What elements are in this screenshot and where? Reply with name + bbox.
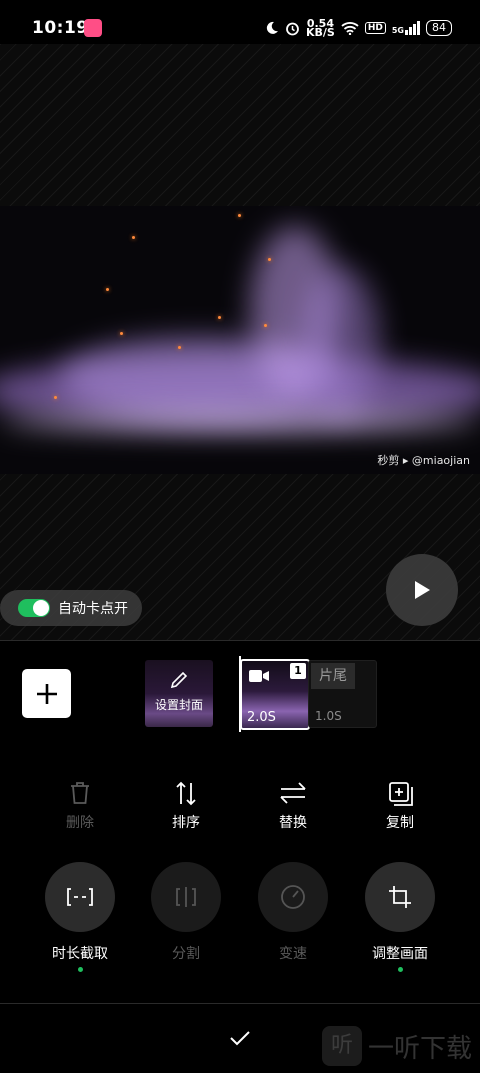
adjust-frame-label: 调整画面	[372, 946, 428, 962]
network-speed: 0.54 KB/S	[305, 18, 335, 39]
trim-duration-button[interactable]: 时长截取	[35, 862, 125, 972]
trim-icon	[67, 888, 93, 906]
auto-beat-toggle[interactable]: 自动卡点开	[0, 590, 142, 626]
play-icon	[415, 581, 430, 599]
network-speed-unit: KB/S	[305, 26, 335, 39]
delete-button[interactable]: 删除	[45, 780, 115, 832]
split-icon	[176, 887, 196, 907]
bilibili-notification-icon	[84, 19, 102, 37]
play-button[interactable]	[386, 554, 458, 626]
clip-duration: 2.0S	[247, 710, 276, 725]
battery-indicator: 84	[426, 20, 452, 36]
video-clip[interactable]: 1 2.0S	[240, 659, 310, 730]
timeline-playhead[interactable]	[239, 656, 241, 732]
set-cover-button[interactable]: 设置封面	[145, 660, 213, 727]
swap-icon	[280, 782, 306, 804]
site-watermark-text: 一听下载	[367, 1033, 472, 1064]
trash-icon	[71, 782, 89, 804]
video-preview[interactable]: 秒剪 ▸ @miaojian	[0, 206, 480, 474]
wifi-icon	[341, 22, 359, 35]
copy-label: 复制	[386, 815, 414, 831]
plus-icon	[36, 683, 57, 704]
split-circle[interactable]	[151, 862, 221, 932]
pencil-icon	[170, 671, 188, 689]
auto-beat-label: 自动卡点开	[58, 601, 128, 617]
split-button[interactable]: 分割	[141, 862, 231, 963]
auto-beat-switch[interactable]	[18, 599, 50, 617]
divider-top	[0, 640, 480, 641]
trim-duration-label: 时长截取	[52, 946, 108, 962]
video-watermark: 秒剪 ▸ @miaojian	[377, 454, 470, 467]
set-cover-label: 设置封面	[154, 698, 203, 712]
video-camera-icon	[249, 670, 269, 682]
sort-button[interactable]: 排序	[151, 780, 221, 832]
site-logo-icon: 听	[321, 1026, 362, 1066]
split-label: 分割	[172, 946, 200, 962]
signal-icon: 5G	[392, 21, 420, 35]
replace-label: 替换	[279, 815, 307, 831]
crop-icon	[389, 886, 411, 908]
status-icons: 0.54 KB/S HD 5G 84	[265, 16, 452, 40]
sort-icon	[176, 781, 196, 806]
speed-label: 变速	[279, 946, 307, 962]
clip-index-badge: 1	[290, 663, 306, 679]
site-watermark: 听 一听下载	[321, 1026, 472, 1066]
ending-clip-label: 片尾	[311, 663, 355, 689]
adjust-active-dot	[397, 967, 403, 972]
divider-bottom	[0, 1003, 480, 1004]
alarm-icon	[286, 22, 299, 35]
status-time: 10:19	[32, 18, 89, 38]
hd-badge: HD	[364, 22, 386, 34]
add-clip-button[interactable]	[22, 669, 71, 718]
delete-label: 删除	[66, 815, 94, 831]
ending-clip[interactable]: 片尾 1.0S	[308, 660, 377, 728]
trim-duration-circle[interactable]	[45, 862, 115, 932]
ending-clip-duration: 1.0S	[315, 709, 342, 723]
trim-active-dot	[77, 967, 83, 972]
copy-icon	[389, 782, 413, 806]
copy-button[interactable]: 复制	[365, 780, 435, 832]
speed-button[interactable]: 变速	[248, 862, 338, 963]
speed-circle[interactable]	[258, 862, 328, 932]
signal-label: 5G	[391, 26, 404, 35]
confirm-check-icon[interactable]	[228, 1026, 252, 1050]
replace-button[interactable]: 替换	[258, 780, 328, 832]
speed-icon	[281, 885, 305, 909]
sort-label: 排序	[172, 815, 200, 831]
adjust-frame-button[interactable]: 调整画面	[355, 862, 445, 972]
adjust-frame-circle[interactable]	[365, 862, 435, 932]
moon-icon	[266, 21, 278, 34]
